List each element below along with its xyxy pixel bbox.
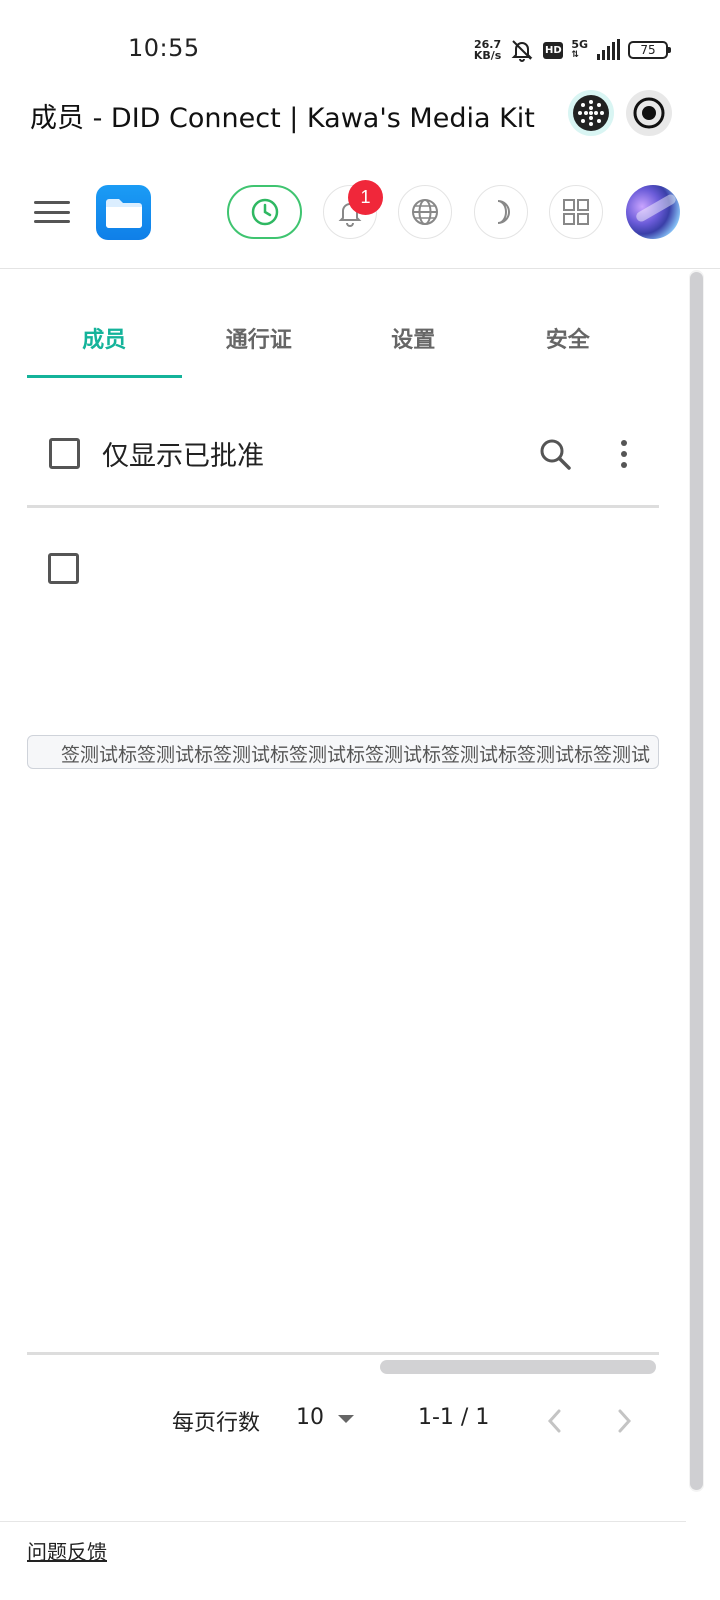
table-bottom-divider <box>27 1352 659 1355</box>
active-tab-indicator <box>27 375 182 378</box>
member-tag-chip: 签测试标签测试标签测试标签测试标签测试标签测试标签测试标签测试 <box>27 735 659 769</box>
avatar[interactable] <box>626 185 680 239</box>
pagination: 每页行数 10 1-1 / 1 <box>0 1395 720 1447</box>
session-button[interactable] <box>227 185 302 239</box>
battery-indicator: 75 <box>628 41 671 59</box>
member-tag-text: 签测试标签测试标签测试标签测试标签测试标签测试标签测试标签测试 <box>60 744 650 766</box>
dots-grid-icon <box>573 95 609 131</box>
signal-icon <box>597 39 620 60</box>
apps-icon <box>563 199 589 225</box>
search-icon <box>540 439 571 470</box>
footer-divider <box>0 1521 686 1522</box>
globe-icon <box>412 199 438 225</box>
status-time: 10:55 <box>128 34 200 62</box>
app-header: 1 <box>0 180 720 268</box>
tabs: 成员 通行证 设置 安全 <box>27 296 645 378</box>
tab-security[interactable]: 安全 <box>491 296 646 378</box>
app-logo[interactable] <box>96 185 151 240</box>
tab-members[interactable]: 成员 <box>27 296 182 378</box>
moon-icon <box>497 200 510 224</box>
header-divider <box>0 268 720 269</box>
chevron-left-icon <box>547 1409 561 1433</box>
chevron-right-icon <box>618 1409 632 1433</box>
status-icons: 26.7 KB/s HD 5G ⇅ 75 <box>473 36 671 64</box>
tab-settings[interactable]: 设置 <box>336 296 491 378</box>
clock-icon <box>251 198 278 226</box>
row-checkbox[interactable] <box>48 553 79 584</box>
miniprogram-close-button[interactable] <box>626 90 672 136</box>
vertical-scrollbar-thumb[interactable] <box>690 272 703 1490</box>
horizontal-scrollbar-thumb[interactable] <box>380 1360 656 1374</box>
notification-count-badge: 1 <box>348 180 383 215</box>
approved-only-label: 仅显示已批准 <box>102 441 264 472</box>
rows-per-page-value: 10 <box>296 1405 324 1430</box>
hd-badge: HD <box>543 41 564 59</box>
page-title: 成员 - DID Connect | Kawa's Media Kit <box>30 103 535 134</box>
net-speed: 26.7 KB/s <box>473 38 502 62</box>
next-page-button[interactable] <box>607 1403 641 1439</box>
search-button[interactable] <box>535 434 575 474</box>
apps-button[interactable] <box>549 185 603 239</box>
title-bar: 成员 - DID Connect | Kawa's Media Kit <box>0 80 720 146</box>
folder-icon <box>105 198 142 228</box>
target-icon <box>633 97 665 129</box>
rows-per-page-select[interactable]: 10 <box>296 1405 354 1430</box>
theme-toggle-button[interactable] <box>474 185 528 239</box>
network-type: 5G ⇅ <box>571 38 588 60</box>
more-options-button[interactable] <box>607 434 641 474</box>
caret-down-icon <box>338 1415 354 1423</box>
language-button[interactable] <box>398 185 452 239</box>
previous-page-button[interactable] <box>538 1403 572 1439</box>
tab-passports[interactable]: 通行证 <box>182 296 337 378</box>
table-toolbar: 仅显示已批准 <box>27 410 659 500</box>
mute-bell-icon <box>511 40 533 62</box>
miniprogram-menu-button[interactable] <box>568 90 614 136</box>
toolbar-divider <box>27 505 659 508</box>
approved-only-checkbox[interactable] <box>49 438 80 469</box>
menu-icon[interactable] <box>30 194 74 230</box>
rows-per-page-label: 每页行数 <box>172 1411 261 1436</box>
feedback-link[interactable]: 问题反馈 <box>27 1536 107 1565</box>
page-range: 1-1 / 1 <box>418 1405 490 1430</box>
